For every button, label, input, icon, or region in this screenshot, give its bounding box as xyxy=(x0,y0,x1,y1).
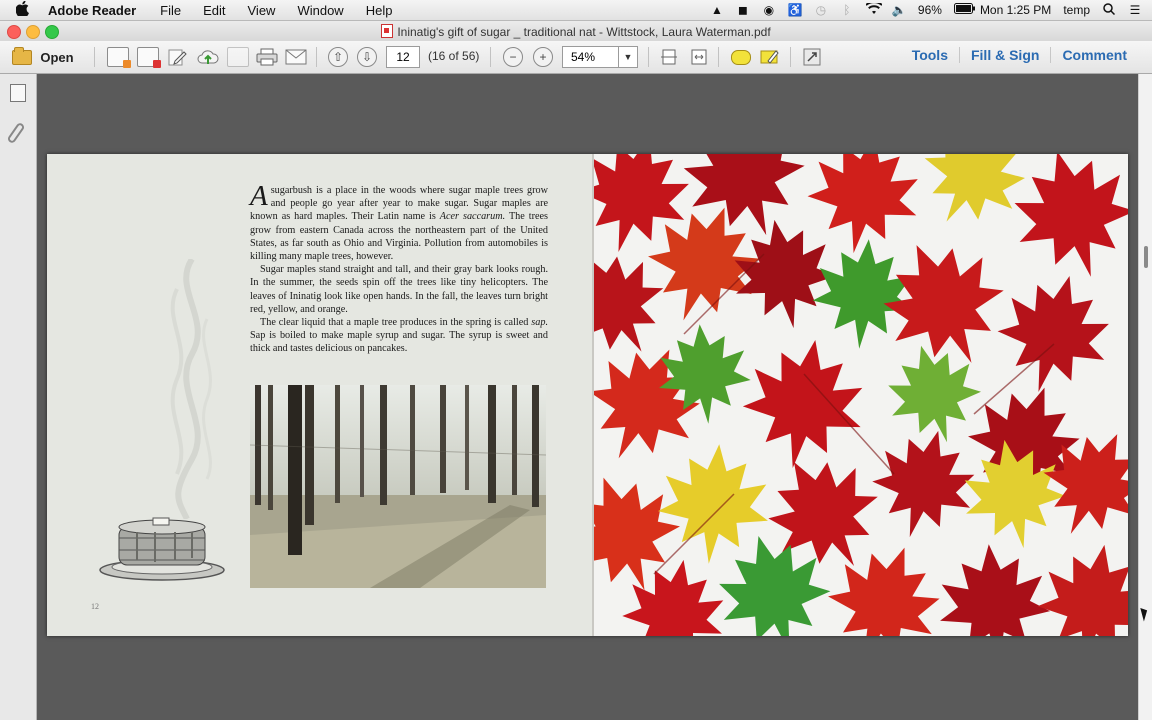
highlight-text-icon[interactable] xyxy=(759,46,781,68)
stop-icon[interactable]: ◼ xyxy=(736,3,750,17)
read-mode-icon[interactable] xyxy=(801,46,823,68)
zoom-select[interactable]: 54% ▼ xyxy=(562,46,638,68)
window-title-text: Ininatig's gift of sugar _ traditional n… xyxy=(397,25,771,39)
page-thumbnails-icon[interactable] xyxy=(7,81,26,102)
toolbar-divider xyxy=(490,47,491,67)
export-pdf-icon[interactable] xyxy=(136,46,161,68)
page-count-label: (16 of 56) xyxy=(428,49,480,63)
menu-view[interactable]: View xyxy=(248,3,276,18)
menubar-user[interactable]: temp xyxy=(1063,3,1090,17)
next-page-button[interactable]: ⇩ xyxy=(357,46,377,68)
paragraph-text: Sap is boiled to make maple syrup and su… xyxy=(250,330,548,355)
previous-page-button[interactable]: ⇧ xyxy=(328,46,348,68)
chevron-down-icon[interactable]: ▼ xyxy=(618,47,637,67)
notification-list-icon[interactable]: ☰ xyxy=(1128,3,1142,17)
menubar-clock[interactable]: Mon 1:25 PM xyxy=(980,3,1051,17)
volume-icon[interactable]: 🔈 xyxy=(892,3,907,17)
attachments-icon[interactable] xyxy=(6,121,26,145)
save-icon[interactable] xyxy=(226,46,250,68)
toolbar-divider xyxy=(718,47,719,67)
plus-icon: + xyxy=(533,47,553,67)
toolbar-divider xyxy=(94,47,95,67)
spotlight-search-icon[interactable] xyxy=(1102,3,1116,17)
menu-app-name[interactable]: Adobe Reader xyxy=(48,3,136,18)
paragraph: Asugarbush is a place in the woods where… xyxy=(250,180,548,263)
menu-window[interactable]: Window xyxy=(297,3,343,18)
time-machine-icon[interactable]: ◷ xyxy=(814,3,828,17)
sync-icon[interactable]: ◉ xyxy=(762,3,776,17)
drop-cap: A xyxy=(250,180,268,212)
menu-help[interactable]: Help xyxy=(366,3,393,18)
page-body-text: Asugarbush is a place in the woods where… xyxy=(250,180,548,356)
window-title: Ininatig's gift of sugar _ traditional n… xyxy=(0,24,1152,39)
status-tray: ▲ ◼ ◉ ♿ ◷ ᛒ 🔈 96% Mon 1:25 PM temp ☰ xyxy=(710,0,1142,20)
right-page xyxy=(594,154,1128,636)
battery-percent[interactable]: 96% xyxy=(918,3,942,17)
wifi-icon[interactable] xyxy=(865,1,883,17)
tools-button[interactable]: Tools xyxy=(901,47,959,63)
accessibility-icon[interactable]: ♿ xyxy=(788,3,803,17)
arrow-up-icon: ⇧ xyxy=(328,47,348,67)
edit-pdf-icon[interactable] xyxy=(166,46,190,68)
menu-file[interactable]: File xyxy=(160,3,181,18)
email-icon[interactable] xyxy=(284,46,308,68)
apple-icon[interactable] xyxy=(15,0,32,19)
print-icon[interactable] xyxy=(255,46,279,68)
page-number-input[interactable]: 12 xyxy=(386,46,420,68)
toolbar-divider xyxy=(790,47,791,67)
menu-bar: Adobe Reader File Edit View Window Help … xyxy=(0,0,1152,21)
fit-page-icon[interactable] xyxy=(658,46,680,68)
pancake-stack-illustration xyxy=(99,517,225,581)
minus-icon: − xyxy=(503,47,523,67)
folder-icon xyxy=(12,46,33,65)
upload-cloud-icon[interactable] xyxy=(196,46,220,68)
zoom-out-button[interactable]: − xyxy=(503,46,523,68)
page-number: 12 xyxy=(91,602,99,611)
task-pane-links: Tools Fill & Sign Comment xyxy=(901,47,1138,63)
toolbar-divider xyxy=(648,47,649,67)
open-button[interactable]: Open xyxy=(8,46,78,68)
fill-sign-button[interactable]: Fill & Sign xyxy=(958,47,1050,63)
menu-edit[interactable]: Edit xyxy=(203,3,225,18)
sap-term: sap. xyxy=(531,317,548,329)
window-titlebar: Ininatig's gift of sugar _ traditional n… xyxy=(0,21,1152,41)
toolbar-divider xyxy=(316,47,317,67)
zoom-value: 54% xyxy=(571,50,596,64)
navigation-panel xyxy=(0,74,37,720)
battery-icon[interactable] xyxy=(953,3,975,17)
left-page: Asugarbush is a place in the woods where… xyxy=(47,154,592,636)
vertical-scrollbar[interactable] xyxy=(1138,74,1152,720)
steam-illustration xyxy=(170,259,212,519)
paragraph-text: The clear liquid that a maple tree produ… xyxy=(260,317,532,329)
create-pdf-icon[interactable] xyxy=(106,46,131,68)
maple-leaves-photo xyxy=(594,154,1128,636)
open-button-label: Open xyxy=(40,49,74,65)
page-spread: Asugarbush is a place in the woods where… xyxy=(47,154,1128,636)
comment-button[interactable]: Comment xyxy=(1050,47,1138,63)
fit-width-icon[interactable] xyxy=(688,46,710,68)
paragraph: Sugar maples stand straight and tall, an… xyxy=(250,264,548,315)
sticky-note-icon[interactable] xyxy=(730,46,752,68)
drive-icon[interactable]: ▲ xyxy=(710,3,724,17)
pdf-file-icon xyxy=(381,24,394,38)
forest-photo xyxy=(250,385,546,588)
bluetooth-icon[interactable]: ᛒ xyxy=(840,3,854,17)
arrow-down-icon: ⇩ xyxy=(357,47,377,67)
paragraph: The clear liquid that a maple tree produ… xyxy=(250,316,548,356)
zoom-in-button[interactable]: + xyxy=(533,46,553,68)
scrollbar-thumb[interactable] xyxy=(1144,246,1148,268)
latin-name: Acer saccarum. xyxy=(439,211,506,223)
